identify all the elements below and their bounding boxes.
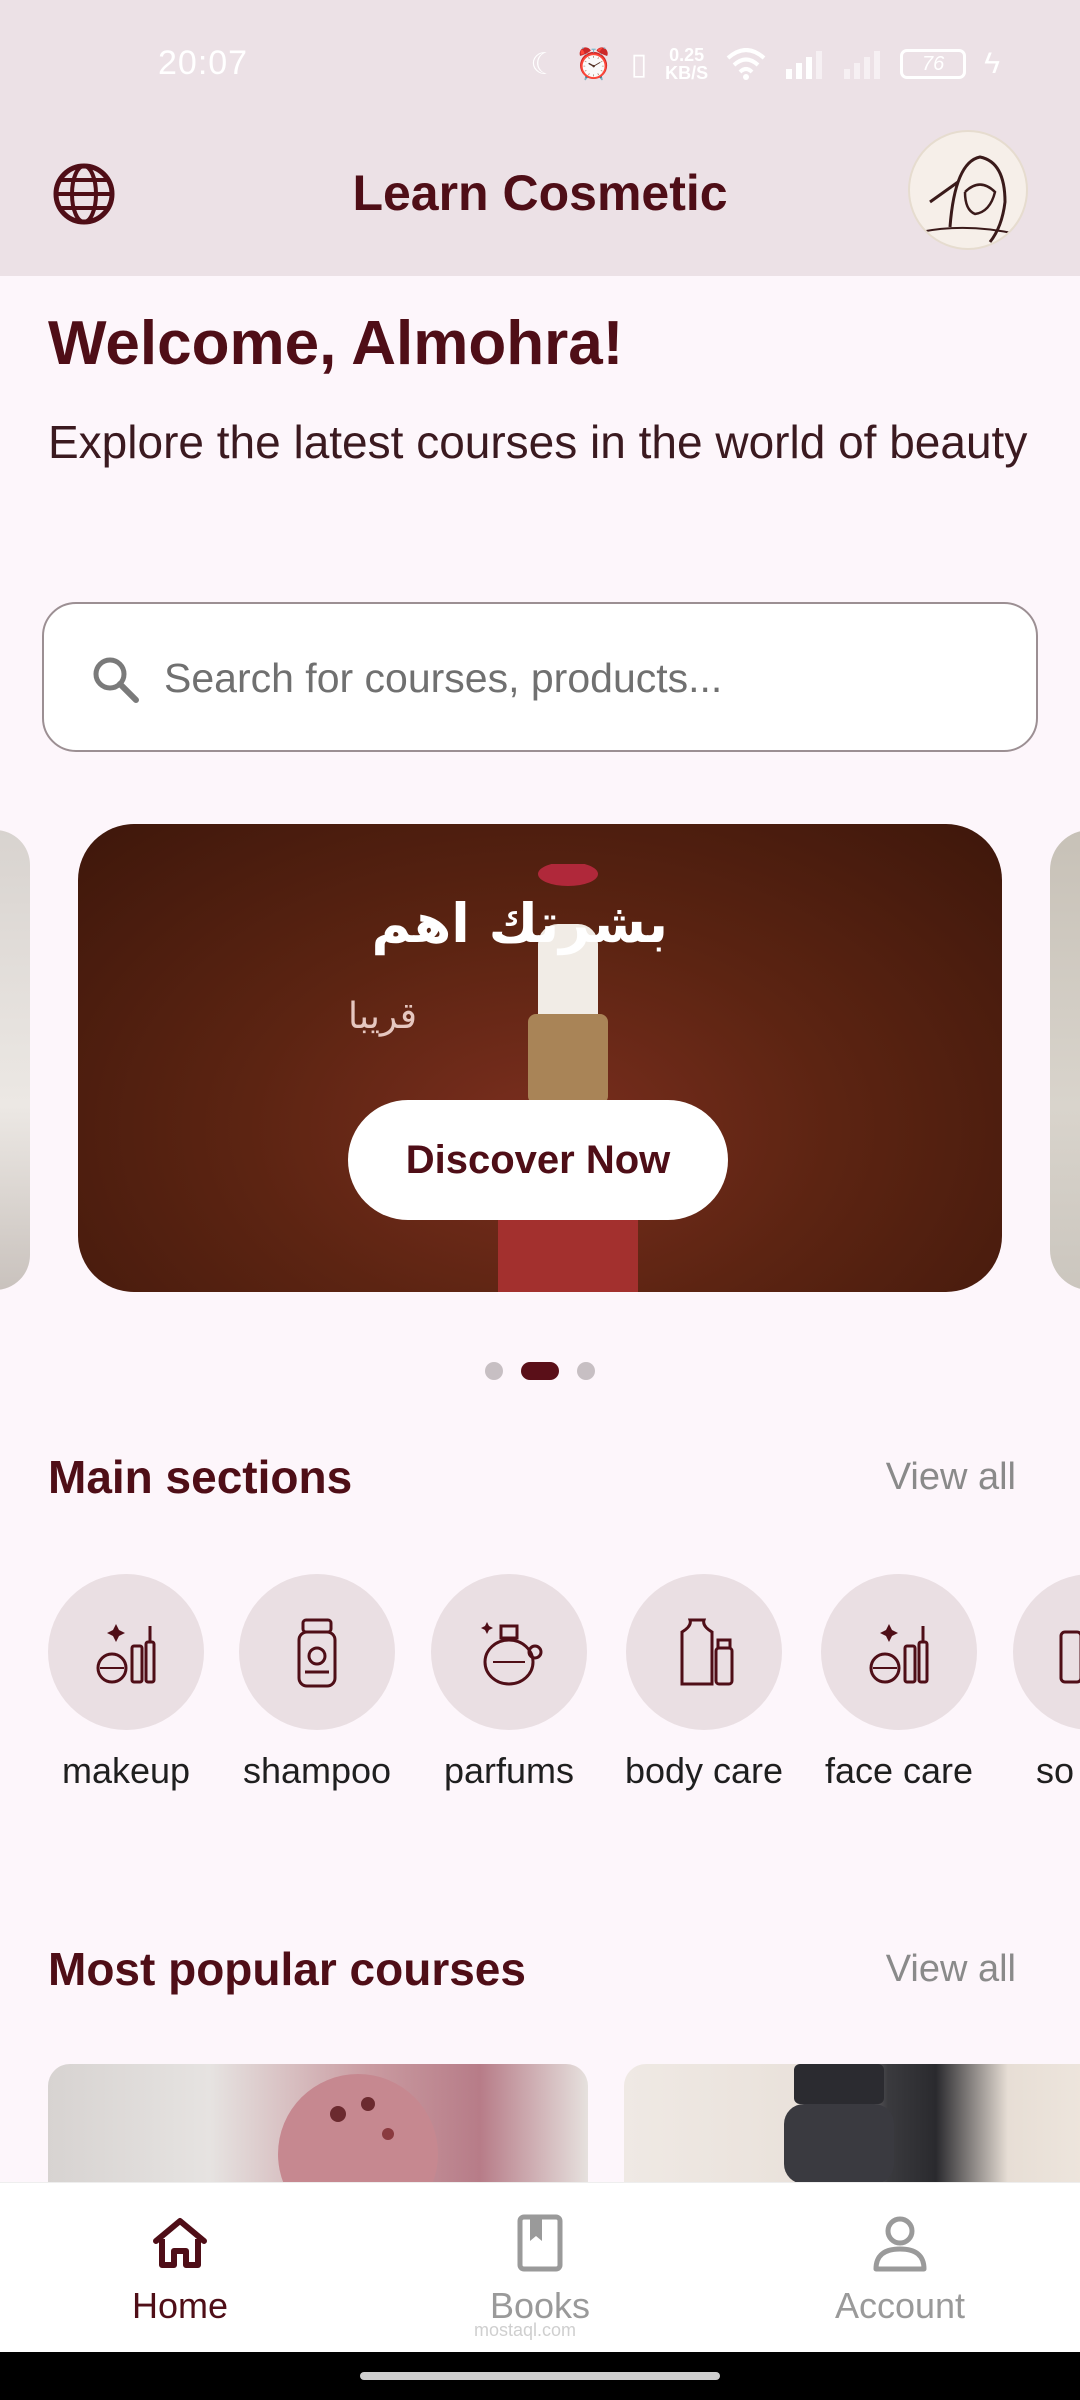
- course-card[interactable]: [48, 2064, 588, 2184]
- banner-title: بشرتك اهم: [371, 892, 668, 955]
- nav-account[interactable]: Account: [780, 2211, 1020, 2327]
- category-label: shampoo: [242, 1750, 392, 1791]
- moon-icon: ☾: [530, 47, 558, 81]
- category-shampoo[interactable]: shampoo: [232, 1574, 402, 1792]
- network-speed-value: 0.25: [669, 45, 705, 65]
- category-soap[interactable]: so: [1006, 1574, 1080, 1792]
- category-label: makeup: [61, 1750, 191, 1791]
- discover-now-button[interactable]: Discover Now: [348, 1100, 728, 1220]
- category-body-care[interactable]: body care: [619, 1574, 789, 1792]
- home-gesture-handle[interactable]: [360, 2372, 720, 2380]
- course-image: [784, 2064, 894, 2184]
- alarm-icon: ⏰: [575, 47, 613, 81]
- nav-home-label: Home: [131, 2285, 229, 2326]
- network-speed-unit: KB/S: [665, 63, 709, 83]
- logo-illustration: [919, 155, 1026, 243]
- carousel-dot-active[interactable]: [521, 1362, 559, 1380]
- nav-account-label: Account: [834, 2285, 966, 2326]
- app-bar: Learn Cosmetic: [0, 130, 1080, 276]
- welcome-subtitle: Explore the latest courses in the world …: [48, 416, 1028, 468]
- category-list: makeup shampoo parfums body care face ca…: [48, 1574, 1080, 1814]
- category-label: body care: [624, 1750, 784, 1791]
- makeup-icon: [96, 1624, 156, 1684]
- category-icon-wrap: [48, 1574, 204, 1730]
- carousel-dot[interactable]: [485, 1362, 503, 1380]
- main-sections-view-all[interactable]: View all: [886, 1456, 1016, 1499]
- carousel-indicator: [0, 1362, 1080, 1380]
- brand-logo[interactable]: [908, 130, 1028, 250]
- category-label: so: [1036, 1750, 1075, 1791]
- category-icon-wrap: [431, 1574, 587, 1730]
- category-label: face care: [824, 1750, 974, 1791]
- category-makeup[interactable]: makeup: [48, 1574, 211, 1792]
- category-icon-wrap: [821, 1574, 977, 1730]
- category-label: parfums: [443, 1750, 575, 1791]
- watermark: mostaql.com: [474, 2320, 577, 2340]
- main-sections-title: Main sections: [48, 1451, 353, 1503]
- home-icon: [153, 2218, 207, 2268]
- category-parfums[interactable]: parfums: [424, 1574, 594, 1792]
- charging-icon: ϟ: [984, 47, 1000, 80]
- nav-books[interactable]: Books: [420, 2211, 660, 2327]
- status-icons: ☾ ⏰ ▯ 0.25 KB/S 76 ϟ: [530, 46, 1000, 82]
- wifi-icon: [726, 48, 766, 80]
- popular-courses-title: Most popular courses: [48, 1943, 526, 1995]
- banner-subtitle: قريبا: [348, 996, 417, 1037]
- carousel-card-next[interactable]: [1050, 830, 1080, 1290]
- signal-icon: [786, 51, 823, 79]
- search-bar[interactable]: [42, 602, 1038, 752]
- search-input[interactable]: [164, 640, 1004, 716]
- category-face-care[interactable]: face care: [814, 1574, 984, 1792]
- course-image: [278, 2074, 438, 2184]
- perfume-icon: [481, 1622, 543, 1686]
- vibrate-icon: ▯: [630, 47, 648, 81]
- face-care-icon: [869, 1624, 929, 1684]
- popular-courses-view-all[interactable]: View all: [886, 1948, 1016, 1991]
- carousel-card-previous[interactable]: [0, 830, 30, 1290]
- category-icon-wrap: [239, 1574, 395, 1730]
- nav-home[interactable]: Home: [60, 2211, 300, 2327]
- status-time: 20:07: [158, 44, 249, 82]
- category-icon-wrap: [1013, 1574, 1080, 1730]
- carousel-banner[interactable]: بشرتك اهم قريبا Discover Now: [78, 824, 1002, 1292]
- network-speed: 0.25 KB/S: [665, 46, 708, 82]
- battery-icon: 76: [900, 49, 967, 79]
- welcome-title: Welcome, Almohra!: [48, 309, 624, 378]
- course-card[interactable]: [624, 2064, 1080, 2184]
- carousel-dot[interactable]: [577, 1362, 595, 1380]
- signal-2-icon: [844, 51, 881, 79]
- category-icon-wrap: [626, 1574, 782, 1730]
- shampoo-icon: [297, 1618, 337, 1688]
- body-care-icon: [680, 1618, 734, 1686]
- soap-icon: [1059, 1630, 1080, 1684]
- account-icon: [873, 2216, 927, 2272]
- search-icon: [93, 657, 139, 703]
- book-icon: [517, 2214, 563, 2272]
- status-bar: 20:07 ☾ ⏰ ▯ 0.25 KB/S 76 ϟ: [0, 0, 1080, 136]
